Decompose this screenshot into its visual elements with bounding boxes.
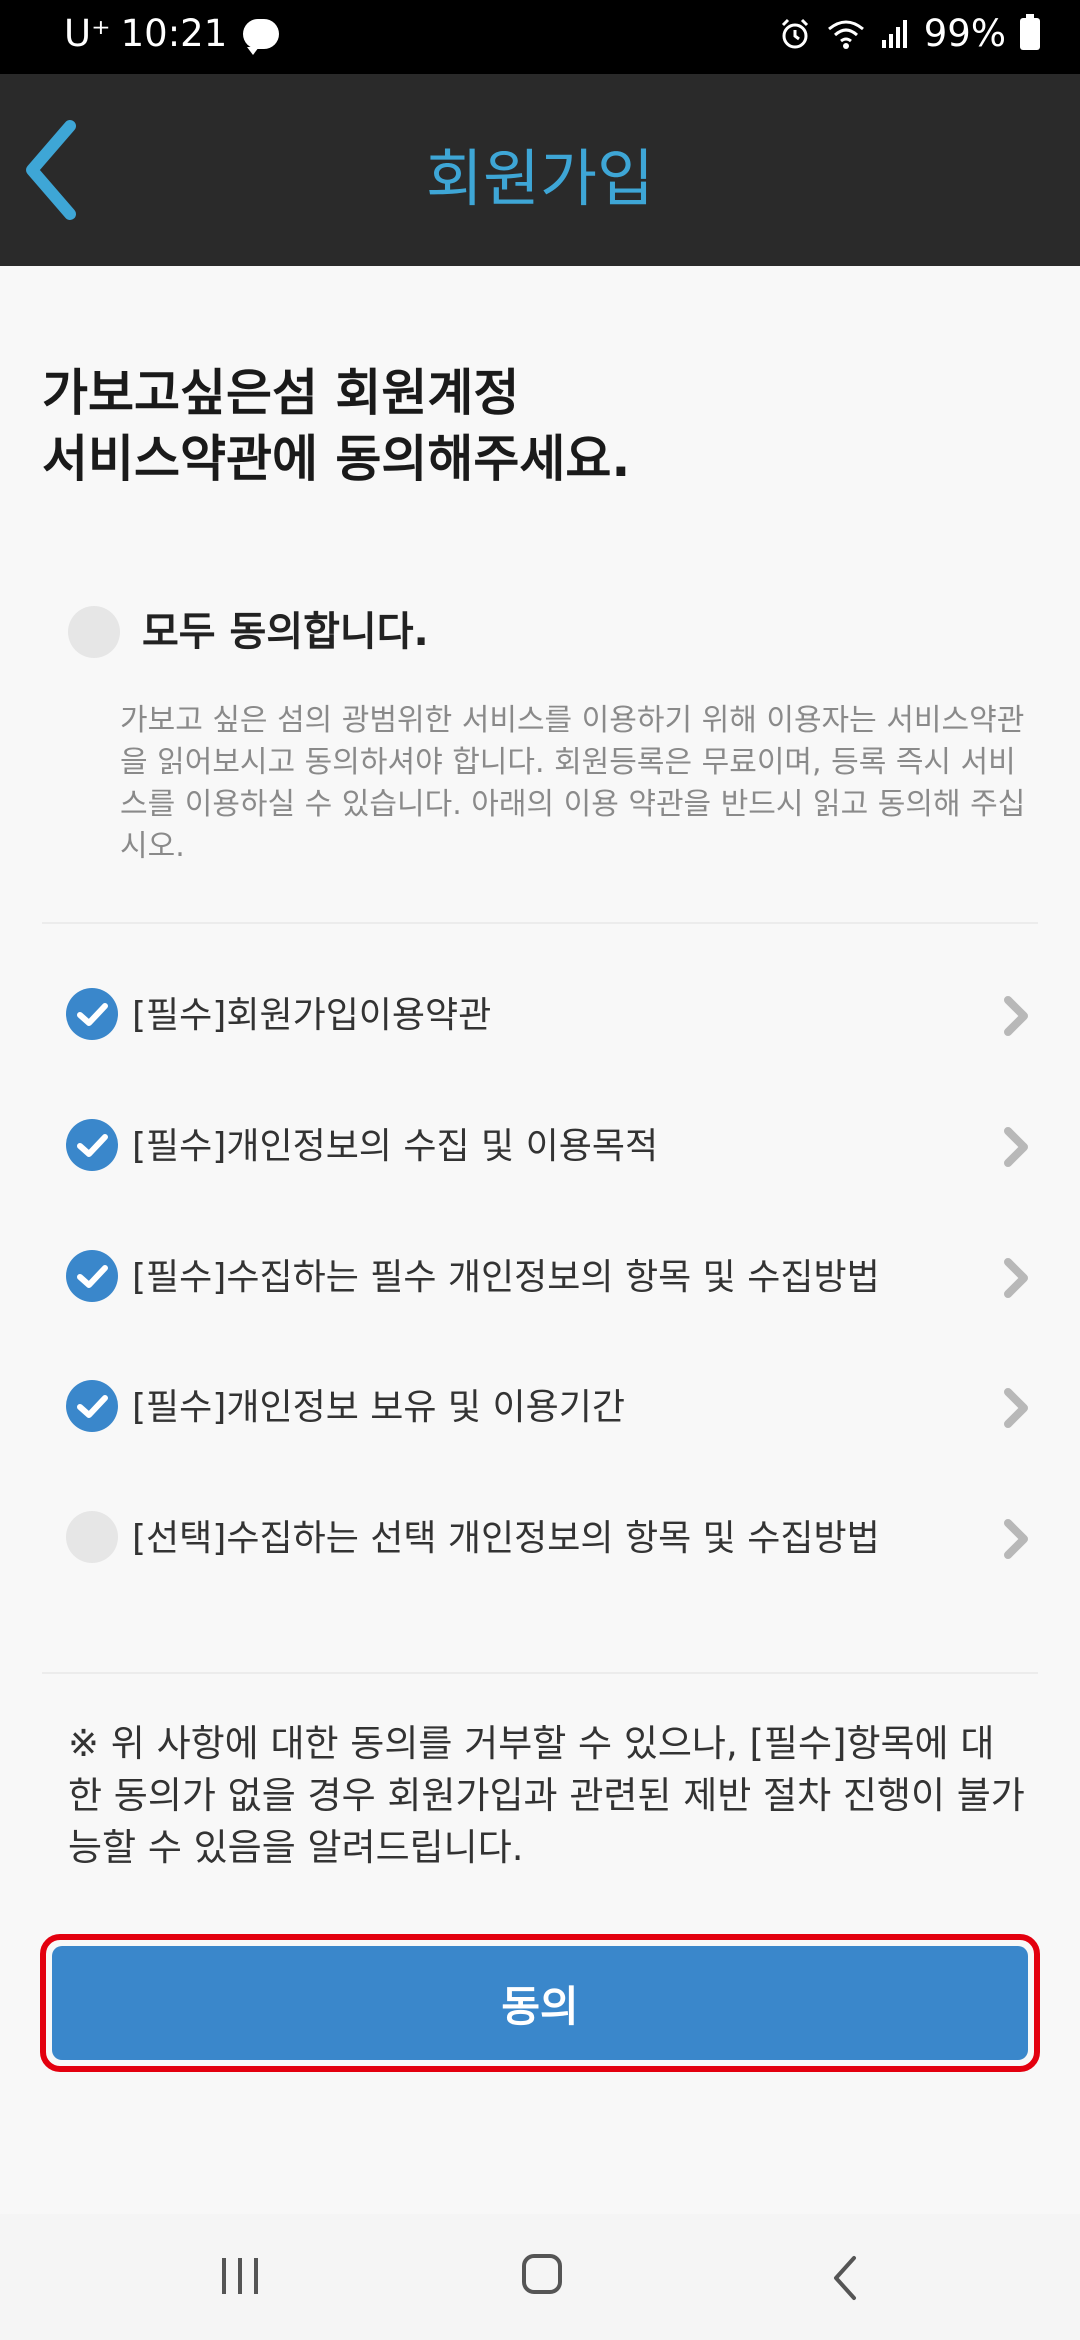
headline-line-2: 서비스약관에 동의해주세요. bbox=[42, 430, 631, 488]
divider bbox=[42, 1672, 1038, 1674]
home-icon[interactable] bbox=[522, 2254, 562, 2294]
term-row-optional-items[interactable]: [선택]수집하는 선택 개인정보의 항목 및 수집방법 bbox=[42, 1499, 1038, 1579]
term-row-retention[interactable]: [필수]개인정보 보유 및 이용기간 bbox=[42, 1368, 1038, 1448]
terms-description: 가보고 싶은 섬의 광범위한 서비스를 이용하기 위해 이용자는 서비스약관을 … bbox=[120, 703, 1026, 864]
alarm-icon bbox=[781, 18, 808, 48]
agree-all-option[interactable]: 모두 동의합니다. bbox=[68, 604, 968, 660]
term-label: [필수]개인정보의 수집 및 이용목적 bbox=[132, 1126, 659, 1167]
consent-notice: ※ 위 사항에 대한 동의를 거부할 수 있으나, [필수]항목에 대한 동의가… bbox=[68, 1722, 1025, 1869]
chevron-right-icon[interactable] bbox=[1000, 1256, 1032, 1300]
divider bbox=[42, 922, 1038, 924]
message-icon bbox=[243, 18, 280, 55]
page-title: 회원가입 bbox=[425, 142, 655, 215]
signal-icon bbox=[881, 19, 907, 48]
term-checkbox[interactable] bbox=[66, 1119, 118, 1171]
check-icon bbox=[77, 1395, 108, 1418]
term-label: [필수]수집하는 필수 개인정보의 항목 및 수집방법 bbox=[132, 1257, 880, 1298]
term-label: [필수]개인정보 보유 및 이용기간 bbox=[132, 1387, 625, 1428]
wifi-icon bbox=[827, 20, 864, 49]
agree-all-checkbox[interactable] bbox=[68, 606, 120, 658]
check-icon bbox=[77, 1134, 108, 1157]
term-label: [선택]수집하는 선택 개인정보의 항목 및 수집방법 bbox=[132, 1518, 880, 1559]
term-row-required-items[interactable]: [필수]수집하는 필수 개인정보의 항목 및 수집방법 bbox=[42, 1238, 1038, 1318]
agree-button[interactable]: 동의 bbox=[52, 1946, 1028, 2060]
battery-icon bbox=[1020, 13, 1040, 50]
term-checkbox[interactable] bbox=[66, 988, 118, 1040]
nav-back-icon[interactable] bbox=[830, 2254, 860, 2302]
check-icon bbox=[77, 1003, 108, 1026]
app-header: 회원가입 bbox=[0, 74, 1080, 266]
battery-percent: 99% bbox=[923, 12, 1006, 55]
check-icon bbox=[77, 1265, 108, 1288]
status-bar: U⁺ 10:21 99% bbox=[0, 0, 1080, 74]
term-row-privacy-purpose[interactable]: [필수]개인정보의 수집 및 이용목적 bbox=[42, 1107, 1038, 1187]
term-checkbox[interactable] bbox=[66, 1380, 118, 1432]
chevron-right-icon[interactable] bbox=[1000, 1386, 1032, 1430]
chevron-right-icon[interactable] bbox=[1000, 1517, 1032, 1561]
headline-line-1: 가보고싶은섬 회원계정 bbox=[42, 364, 520, 422]
term-row-service[interactable]: [필수]회원가입이용약관 bbox=[42, 976, 1038, 1056]
term-checkbox[interactable] bbox=[66, 1511, 118, 1563]
terms-headline: 가보고싶은섬 회원계정 서비스약관에 동의해주세요. bbox=[42, 360, 1042, 492]
term-checkbox[interactable] bbox=[66, 1250, 118, 1302]
clock: 10:21 bbox=[120, 12, 228, 55]
agree-button-highlight: 동의 bbox=[40, 1934, 1040, 2072]
chevron-right-icon[interactable] bbox=[1000, 1125, 1032, 1169]
agree-all-label[interactable]: 모두 동의합니다. bbox=[142, 604, 429, 660]
carrier-label: U⁺ bbox=[64, 12, 111, 55]
chevron-right-icon[interactable] bbox=[1000, 994, 1032, 1038]
recent-apps-icon[interactable] bbox=[218, 2256, 264, 2296]
term-label: [필수]회원가입이용약관 bbox=[132, 995, 492, 1036]
system-nav-bar bbox=[0, 2214, 1080, 2340]
